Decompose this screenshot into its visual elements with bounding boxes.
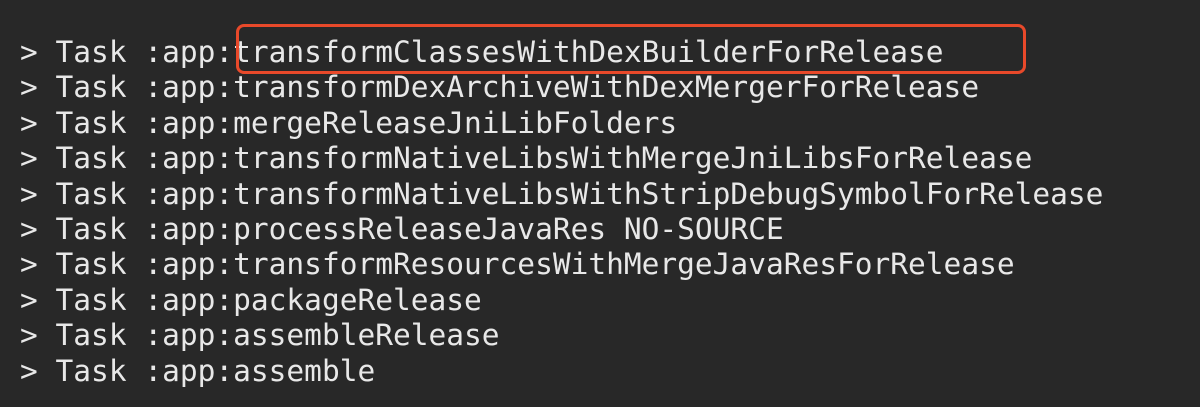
terminal-output: > Task :app:transformClassesWithDexBuild… [0,0,1200,407]
task-line-2: > Task :app:transformDexArchiveWithDexMe… [20,70,1200,105]
task-line-6: > Task :app:processReleaseJavaRes NO-SOU… [20,212,1200,247]
task-line-3: > Task :app:mergeReleaseJniLibFolders [20,106,1200,141]
task-name: transformDexArchiveWithDexMergerForRelea… [233,70,980,105]
task-label: Task :app: [55,105,234,140]
task-label: Task :app: [55,141,234,176]
task-line-1: > Task :app:transformClassesWithDexBuild… [20,35,1200,70]
prompt-symbol: > [20,353,38,388]
task-name: transformNativeLibsWithMergeJniLibsForRe… [233,141,1033,176]
prompt-symbol: > [20,176,38,211]
task-label: Task :app: [55,70,234,105]
prompt-symbol: > [20,105,38,140]
prompt-symbol: > [20,247,38,282]
task-line-10: > Task :app:assemble [20,354,1200,389]
prompt-symbol: > [20,35,38,69]
task-name: transformNativeLibsWithStripDebugSymbolF… [233,176,1104,211]
task-label: Task :app: [55,35,234,69]
task-label: Task :app: [55,247,234,282]
task-name: assembleRelease [233,318,500,353]
task-name: packageRelease [233,282,482,317]
task-line-4: > Task :app:transformNativeLibsWithMerge… [20,141,1200,176]
task-line-7: > Task :app:transformResourcesWithMergeJ… [20,247,1200,282]
task-label: Task :app: [55,282,234,317]
prompt-symbol: > [20,282,38,317]
task-label: Task :app: [55,211,234,246]
task-name: mergeReleaseJniLibFolders [233,105,678,140]
prompt-symbol: > [20,141,38,176]
task-name: transformClassesWithDexBuilderForRelease [233,35,944,69]
task-label: Task :app: [55,318,234,353]
task-line-5: > Task :app:transformNativeLibsWithStrip… [20,177,1200,212]
task-label: Task :app: [55,353,234,388]
task-line-9: > Task :app:assembleRelease [20,318,1200,353]
task-name: assemble [233,353,376,388]
task-name: processReleaseJavaRes NO-SOURCE [233,211,784,246]
task-name: transformResourcesWithMergeJavaResForRel… [233,247,1015,282]
task-line-8: > Task :app:packageRelease [20,283,1200,318]
prompt-symbol: > [20,70,38,105]
prompt-symbol: > [20,211,38,246]
prompt-symbol: > [20,318,38,353]
task-label: Task :app: [55,176,234,211]
